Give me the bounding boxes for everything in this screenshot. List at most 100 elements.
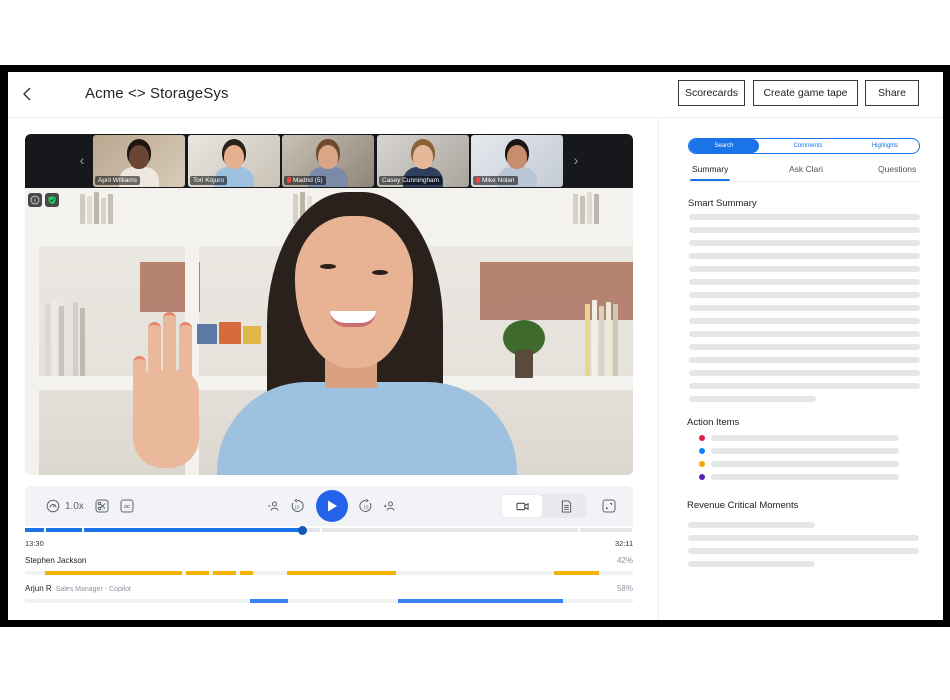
smart-summary-title: Smart Summary <box>688 198 757 209</box>
timeline-played-segment <box>84 528 303 532</box>
talk-segment[interactable] <box>398 599 564 603</box>
closed-captions-icon: cc <box>120 499 134 513</box>
participant-avatar <box>413 145 433 169</box>
speaker-name: Stephen Jackson <box>25 556 87 565</box>
summary-line-placeholder <box>689 318 920 324</box>
participant-tile[interactable]: Casey Cunningham <box>377 135 469 187</box>
participant-tile[interactable]: Mike Nolan <box>471 135 563 187</box>
active-tab-indicator <box>690 179 730 181</box>
action-item-bullet <box>699 435 705 441</box>
summary-line-placeholder <box>689 240 920 246</box>
talk-segment[interactable] <box>45 571 182 575</box>
action-item-bullet <box>699 461 705 467</box>
talk-segment[interactable] <box>287 571 396 575</box>
mic-muted-icon <box>476 177 480 183</box>
revenue-line-placeholder <box>688 535 919 541</box>
summary-line-placeholder <box>689 396 816 402</box>
participant-name: April Williams <box>95 176 140 185</box>
segment-comments[interactable]: Comments <box>771 139 845 153</box>
talk-segment[interactable] <box>186 571 210 575</box>
talk-segment[interactable] <box>249 599 289 603</box>
fullscreen-button[interactable] <box>602 497 616 515</box>
summary-line-placeholder <box>689 253 920 259</box>
participants-next-button[interactable]: › <box>568 152 584 168</box>
speaker-next-icon <box>384 501 395 511</box>
segment-highlights[interactable]: Highlights <box>849 139 919 153</box>
participants-prev-button[interactable]: ‹ <box>74 152 90 168</box>
talk-percentage: 42% <box>616 556 633 565</box>
talk-segment[interactable] <box>240 571 253 575</box>
segment-search[interactable]: Search <box>689 139 759 153</box>
playback-timeline[interactable] <box>25 525 633 537</box>
summary-line-placeholder <box>689 305 920 311</box>
create-game-tape-button[interactable]: Create game tape <box>753 80 858 106</box>
summary-line-placeholder <box>689 266 920 272</box>
chevron-left-icon <box>23 87 31 101</box>
forward-15-icon: 15 <box>359 499 372 512</box>
playback-speed-button[interactable]: 1.0x <box>46 497 84 515</box>
info-button[interactable] <box>28 193 42 207</box>
clip-button[interactable] <box>95 497 109 515</box>
action-item-placeholder[interactable] <box>711 435 899 441</box>
participant-name: Tori Kojuro <box>190 176 228 185</box>
back-button[interactable] <box>18 83 38 105</box>
talk-segment[interactable] <box>553 571 599 575</box>
document-icon <box>561 499 571 513</box>
call-recording-app: Acme <> StorageSys Scorecards Create gam… <box>8 72 943 620</box>
scorecards-button[interactable]: Scorecards <box>678 80 745 106</box>
participant-tile[interactable]: Madrid (5) <box>282 135 374 187</box>
main-video-frame <box>25 188 633 475</box>
view-mode-toggle <box>501 494 587 518</box>
tab-summary[interactable]: Summary <box>692 164 728 174</box>
tab-questions[interactable]: Questions <box>878 164 916 174</box>
player-controls: 1.0x cc 15 15 <box>25 486 633 526</box>
speaker-name: Arjun R Sales Manager - Copilot <box>25 584 131 593</box>
svg-text:cc: cc <box>124 504 130 510</box>
timeline-remaining-segment <box>305 528 321 532</box>
participant-avatar <box>224 145 244 169</box>
player-pane: ‹ › April Williams Tori Kojuro Madrid (5) C… <box>8 119 658 620</box>
revenue-moments-title: Revenue Critical Moments <box>687 500 799 511</box>
security-badge <box>45 193 59 207</box>
waving-hand <box>133 308 203 475</box>
action-item-placeholder[interactable] <box>711 461 899 467</box>
captions-button[interactable]: cc <box>120 497 134 515</box>
participant-name: Mike Nolan <box>473 176 518 185</box>
participant-shirt <box>217 382 517 475</box>
participant-avatar <box>318 145 338 169</box>
share-button[interactable]: Share <box>865 80 919 106</box>
play-button[interactable] <box>316 490 348 522</box>
rewind-15-icon: 15 <box>291 499 304 512</box>
revenue-line-placeholder <box>688 561 815 567</box>
participant-strip: ‹ › April Williams Tori Kojuro Madrid (5) C… <box>25 134 633 188</box>
speedometer-icon <box>46 499 60 513</box>
speaker-talk-track[interactable] <box>25 571 633 575</box>
expand-icon <box>602 499 616 513</box>
current-time: 13:30 <box>25 539 44 548</box>
talk-segment[interactable] <box>212 571 236 575</box>
speaker-row: Arjun R Sales Manager - Copilot 58% <box>25 584 633 610</box>
video-player[interactable]: ‹ › April Williams Tori Kojuro Madrid (5) C… <box>25 134 633 475</box>
skip-back-button[interactable]: 15 <box>290 497 304 515</box>
next-speaker-button[interactable] <box>382 497 396 515</box>
tab-ask-clari[interactable]: Ask Clari <box>789 164 823 174</box>
participant-tile[interactable]: Tori Kojuro <box>188 135 280 187</box>
participant-tile[interactable]: April Williams <box>93 135 185 187</box>
previous-speaker-button[interactable] <box>266 497 280 515</box>
talk-percentage: 58% <box>616 584 633 593</box>
participant-avatar <box>129 145 149 169</box>
insights-pane: Search Comments Highlights Summary Ask C… <box>659 119 943 620</box>
video-view-button[interactable] <box>502 495 542 517</box>
mic-muted-icon <box>287 177 291 183</box>
playhead-handle[interactable] <box>298 526 308 535</box>
speaker-talk-track[interactable] <box>25 599 633 603</box>
action-item-placeholder[interactable] <box>711 448 899 454</box>
playback-speed-label: 1.0x <box>65 500 84 512</box>
action-item-placeholder[interactable] <box>711 474 899 480</box>
timeline-remaining-segment <box>322 528 578 532</box>
info-icon <box>30 195 40 205</box>
skip-forward-button[interactable]: 15 <box>359 497 373 515</box>
summary-line-placeholder <box>689 383 920 389</box>
transcript-view-button[interactable] <box>546 495 586 517</box>
timeline-remaining-segment <box>579 528 632 532</box>
